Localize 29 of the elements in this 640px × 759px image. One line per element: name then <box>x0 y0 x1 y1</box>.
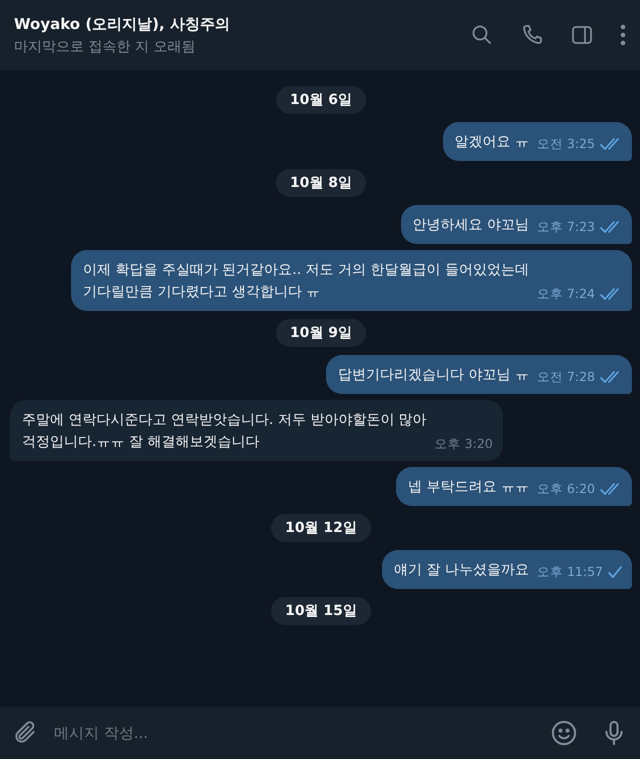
message-time: 오후 6:20 <box>536 480 595 498</box>
phone-icon[interactable] <box>520 23 544 47</box>
sidebar-toggle-icon[interactable] <box>570 23 594 47</box>
emoji-icon[interactable] <box>550 719 578 747</box>
message-time: 오전 7:28 <box>536 368 595 386</box>
date-badge: 10월 12일 <box>271 514 371 542</box>
date-badge: 10월 15일 <box>271 597 371 625</box>
date-badge: 10월 8일 <box>276 169 366 197</box>
message-time: 오후 11:57 <box>537 563 603 581</box>
message-text-line: 주말에 연락다시준다고 연락받앗습니다. 저두 받아야할돈이 많아 <box>22 411 427 430</box>
date-badge: 10월 9일 <box>276 319 366 347</box>
date-badge: 10월 6일 <box>276 86 366 114</box>
message-text-line: 기다릴만큼 기다렸다고 생각합니다 ㅠ <box>82 283 322 302</box>
message-input[interactable]: 메시지 작성... <box>52 723 536 743</box>
message-text-line: 걱정입니다.ㅠㅠ 잘 해결해보겟습니다 <box>22 433 260 452</box>
chat-title: Woyako (오리지날), 사칭주의 <box>14 14 231 34</box>
message-text-line: 안녕하세요 야꼬님 <box>412 216 529 235</box>
message-time: 오전 3:25 <box>536 135 595 153</box>
message-text-line: 이제 확답을 주실때가 된거같아요.. 저도 거의 한달월급이 들어있었는데 <box>82 261 529 280</box>
message-text-line: 넵 부탁드려요 ㅠㅠ <box>408 478 529 497</box>
message-time: 오후 7:23 <box>536 218 595 236</box>
message-text-line: 얘기 잘 나누셨을까요 <box>394 561 529 580</box>
message-time: 오후 3:20 <box>434 435 493 453</box>
message-text-line: 답변기다리겠습니다 야꼬님 ㅠ <box>338 366 529 385</box>
search-icon[interactable] <box>470 23 494 47</box>
more-icon[interactable] <box>620 24 626 46</box>
last-seen-status: 마지막으로 접속한 지 오래됨 <box>14 38 196 56</box>
message-time: 오후 7:24 <box>536 285 595 303</box>
message-text-line: 알겠어요 ㅠ <box>454 133 529 152</box>
